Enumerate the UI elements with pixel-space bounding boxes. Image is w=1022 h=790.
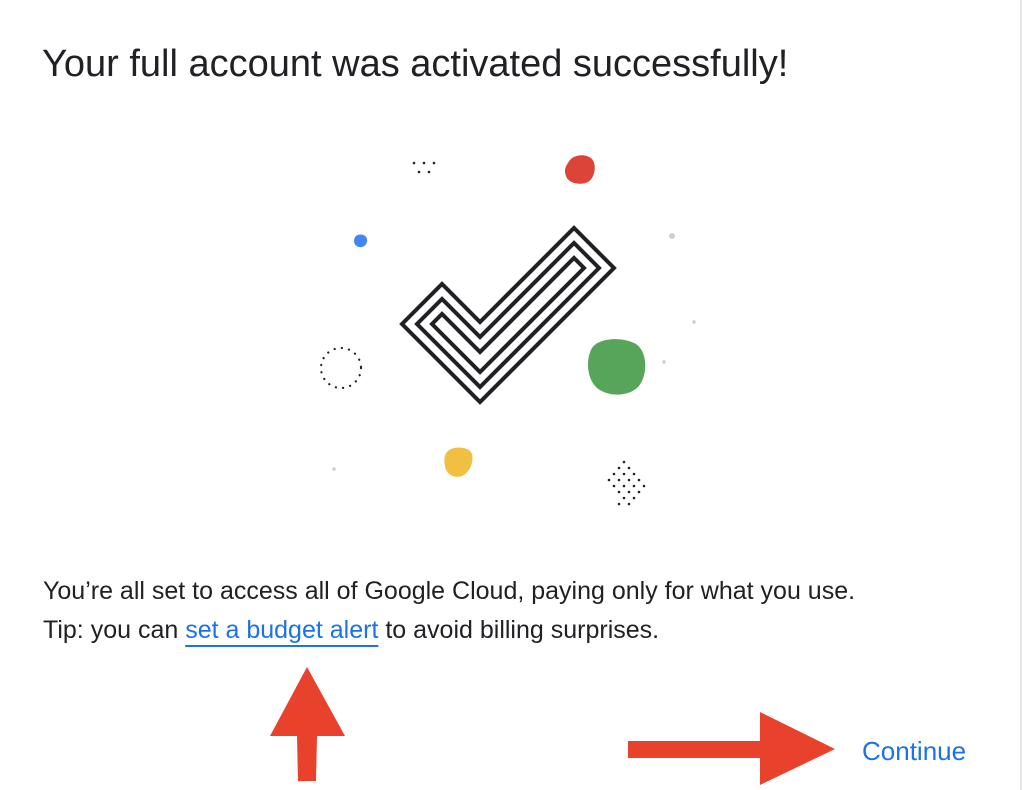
tip-suffix: to avoid billing surprises. <box>378 616 660 644</box>
annotation-arrow-right-icon <box>628 712 835 785</box>
success-illustration <box>270 155 835 785</box>
budget-alert-link[interactable]: set a budget alert <box>185 616 378 644</box>
red-blob <box>564 155 595 184</box>
dotted-circle-decoration <box>319 346 363 390</box>
dialog-title: Your full account was activated successf… <box>42 43 789 85</box>
yellow-blob <box>444 447 473 477</box>
dialog-message: You’re all set to access all of Google C… <box>43 572 855 650</box>
dots-diamond-decoration <box>607 460 646 506</box>
annotation-arrow-up-icon <box>270 667 345 781</box>
success-checkmark-icon <box>399 225 617 405</box>
activation-success-dialog: Your full account was activated successf… <box>0 0 1022 790</box>
message-line-1: You’re all set to access all of Google C… <box>43 577 856 605</box>
green-blob <box>587 339 646 395</box>
blue-blob <box>354 234 368 248</box>
continue-button[interactable]: Continue <box>848 726 980 776</box>
dots-top-decoration <box>412 161 436 174</box>
tip-prefix: Tip: you can <box>43 616 186 644</box>
grey-specks <box>332 233 696 471</box>
